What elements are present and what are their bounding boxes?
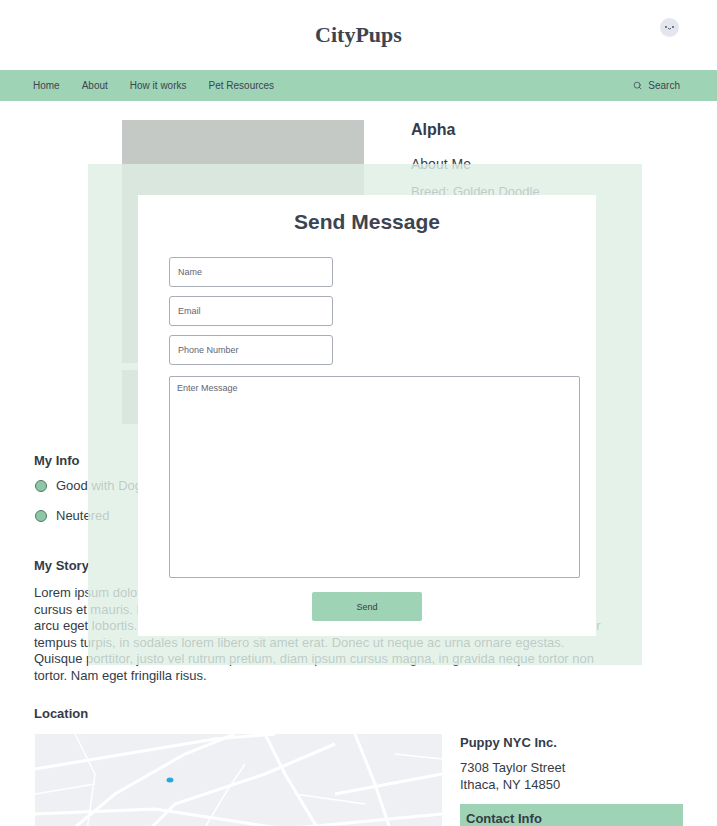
search-label: Search: [648, 80, 680, 91]
check-dot: [35, 510, 47, 522]
modal-title: Send Message: [169, 209, 580, 235]
text-field[interactable]: [169, 257, 333, 287]
map-icon[interactable]: [35, 734, 442, 826]
address-line: 7308 Taylor Street: [460, 759, 683, 776]
header: CityPups: [0, 0, 717, 70]
page: CityPups Home About How it works Pet Resourc…: [0, 0, 717, 826]
search[interactable]: Search: [633, 80, 680, 91]
avatar[interactable]: [660, 18, 679, 37]
logo[interactable]: CityPups: [315, 22, 402, 48]
nav-item[interactable]: About: [82, 80, 108, 91]
search-icon: [633, 81, 642, 90]
send-button[interactable]: Send: [312, 592, 422, 621]
nav-list: Home About How it works Pet Resources: [33, 80, 633, 91]
field-list: [169, 257, 580, 365]
nav-item[interactable]: How it works: [130, 80, 187, 91]
address-line: Ithaca, NY 14850: [460, 776, 683, 793]
pet-name: Alpha: [411, 120, 540, 140]
nav-bar: Home About How it works Pet Resources Search: [0, 70, 717, 101]
message-modal: Send Message Send: [138, 195, 596, 636]
map[interactable]: [35, 734, 442, 826]
avatar-face-icon: [664, 25, 675, 31]
address: Puppy NYC Inc. 7308 Taylor StreetIthaca, …: [460, 734, 683, 826]
check-dot: [35, 480, 47, 492]
nav-item[interactable]: Home: [33, 80, 60, 91]
company-name: Puppy NYC Inc.: [460, 734, 683, 751]
location-section: Location Puppy NYC Inc. 7308 Taylor Street…: [0, 706, 717, 826]
location-row: Puppy NYC Inc. 7308 Taylor StreetIthaca, …: [34, 734, 683, 826]
contact-heading: Contact Info: [460, 804, 683, 826]
nav-item[interactable]: Pet Resources: [209, 80, 275, 91]
modal-overlay: Send Message Send: [88, 164, 642, 665]
section-title: Location: [34, 706, 683, 722]
text-field[interactable]: [169, 335, 333, 365]
text-field[interactable]: [169, 296, 333, 326]
message-field[interactable]: [169, 376, 580, 578]
